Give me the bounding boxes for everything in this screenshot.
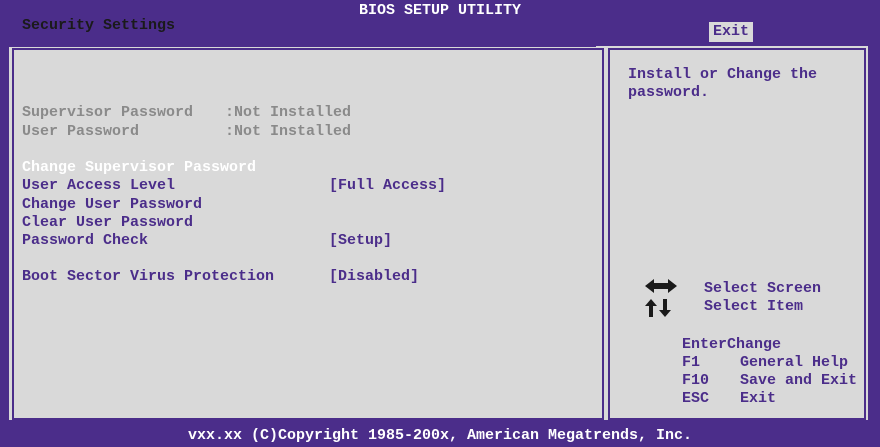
action-exit: Exit — [740, 390, 777, 407]
help-select-item: Select Item — [704, 298, 804, 315]
status-supervisor-value: :Not Installed — [225, 104, 352, 121]
help-key-row-f1: F1 General Help — [646, 333, 848, 371]
change-user-password-item[interactable]: Change User Password — [22, 196, 202, 214]
status-user-value: :Not Installed — [225, 123, 352, 140]
user-access-level-value[interactable]: [Full Access] — [329, 177, 446, 195]
boot-sector-virus-protection-value[interactable]: [Disabled] — [329, 268, 419, 286]
clear-user-password-item[interactable]: Clear User Password — [22, 214, 193, 232]
change-supervisor-password-item[interactable]: Change Supervisor Password — [22, 159, 256, 177]
status-user-label: User Password — [22, 123, 140, 140]
help-select-screen: Select Screen — [704, 280, 822, 297]
section-divider — [8, 45, 596, 47]
key-esc: ESC — [682, 390, 710, 407]
help-key-row-f10: F10 Save and Exit — [646, 351, 857, 389]
help-description: Install or Change the password. — [628, 66, 818, 101]
help-key-row-esc: ESC Exit — [646, 369, 776, 407]
boot-sector-virus-protection-item[interactable]: Boot Sector Virus Protection — [22, 268, 274, 286]
copyright-footer: vxx.xx (C)Copyright 1985-200x, American … — [187, 427, 693, 444]
password-check-item[interactable]: Password Check — [22, 232, 148, 250]
section-title: Security Settings — [22, 17, 176, 34]
user-access-level-item[interactable]: User Access Level — [22, 177, 175, 195]
help-key-row-enter: EnterChange — [646, 315, 781, 353]
left-right-arrows-icon — [645, 279, 677, 293]
tab-exit[interactable]: Exit — [709, 22, 754, 42]
bios-screen: BIOS SETUP UTILITY Exit Security Setting… — [0, 0, 880, 447]
password-check-value[interactable]: [Setup] — [329, 232, 392, 250]
status-supervisor-label: Supervisor Password — [22, 104, 194, 121]
